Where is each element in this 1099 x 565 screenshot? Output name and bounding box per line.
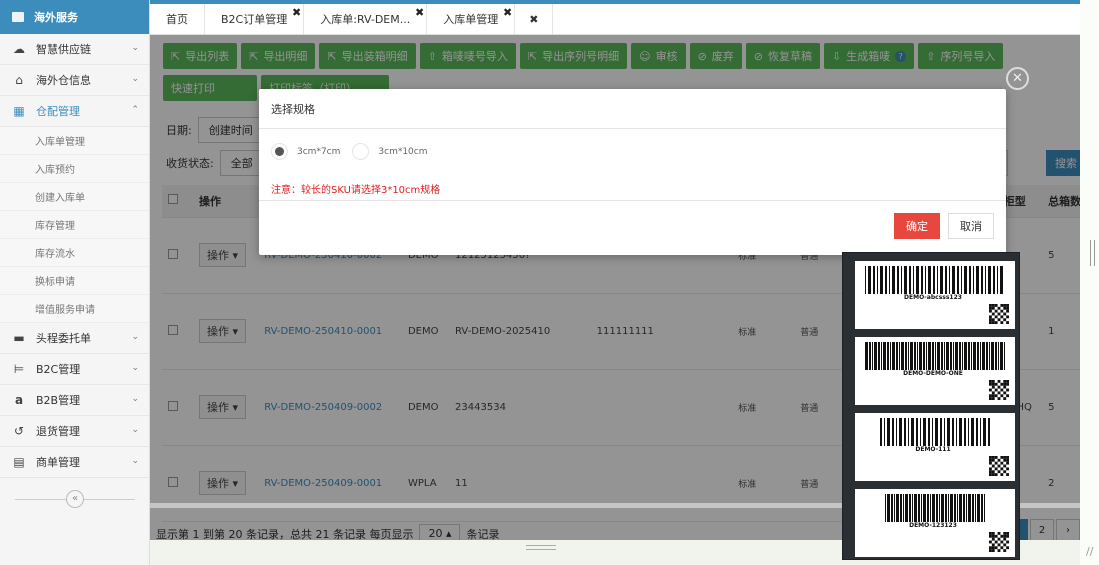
divider (259, 200, 1006, 201)
barcode (865, 342, 1005, 370)
spec-radio-group: 3cm*7cm 3cm*10cm (271, 143, 428, 160)
dialog-note: 注意：较长的SKU请选择3*10cm规格 (271, 185, 441, 196)
tab-home[interactable]: 首页 (150, 4, 205, 34)
qr-code (989, 532, 1009, 552)
sidebar-sub-item[interactable]: 入库预约 (0, 155, 149, 183)
sidebar-item-b2b[interactable]: a B2B管理 ⌄ (0, 385, 149, 416)
spec-option-label: 3cm*7cm (297, 146, 341, 157)
sidebar-collapse: « (0, 490, 150, 508)
qr-code (989, 380, 1009, 400)
vertical-resize-handle[interactable] (1090, 240, 1095, 266)
document-icon: ▤ (13, 455, 25, 469)
chevron-down-icon: ⌄ (131, 425, 139, 435)
barcode-label: DEMO-abcsss123 (855, 261, 1015, 329)
tab-close-icon[interactable]: ✖ (503, 6, 512, 19)
tab-label: B2C订单管理 (221, 13, 288, 26)
sidebar-item-returns[interactable]: ↺ 退货管理 ⌄ (0, 416, 149, 447)
chevron-down-icon: ⌄ (131, 332, 139, 342)
barcode (880, 418, 990, 446)
tab-close-icon[interactable]: ✖ (415, 6, 424, 19)
sidebar-sub-item[interactable]: 库存流水 (0, 239, 149, 267)
collapse-sidebar-button[interactable]: « (66, 490, 84, 508)
tab-label: 入库单:RV-DEM... (320, 13, 411, 26)
chevron-down-icon: ⌄ (131, 43, 139, 53)
spec-radio-3x7[interactable] (271, 143, 288, 160)
sidebar-item-label: 仓配管理 (36, 105, 80, 118)
sidebar-item-warehouse-mgmt[interactable]: ▦ 仓配管理 ⌃ (0, 96, 149, 127)
chevron-up-icon: ⌃ (131, 105, 139, 115)
sidebar-item-label: 头程委托单 (36, 332, 91, 345)
qr-code (989, 456, 1009, 476)
barcode (885, 494, 985, 522)
cloud-icon: ☁ (13, 42, 25, 56)
chevron-down-icon: ⌄ (131, 363, 139, 373)
sidebar-item-orders[interactable]: ▤ 商单管理 ⌄ (0, 447, 149, 478)
spec-select-dialog: 选择规格 3cm*7cm 3cm*10cm 注意：较长的SKU请选择3*10cm… (259, 89, 1006, 255)
confirm-button[interactable]: 确定 (894, 213, 940, 239)
tab-bar: 首页 B2C订单管理 ✖ 入库单:RV-DEM... ✖ 入库单管理 ✖ ✖ (150, 4, 1080, 35)
sidebar-item-label: B2B管理 (36, 394, 81, 407)
cancel-button[interactable]: 取消 (948, 213, 994, 239)
sidebar-item-label: 海外仓信息 (36, 74, 91, 87)
sidebar-item-label: B2C管理 (36, 363, 81, 376)
close-icon[interactable]: ✕ (1006, 67, 1029, 90)
tab-b2c-orders[interactable]: B2C订单管理 ✖ (205, 4, 305, 34)
sidebar-item-b2c[interactable]: ⊨ B2C管理 ⌄ (0, 354, 149, 385)
right-margin (1080, 0, 1099, 565)
sidebar-sub-item[interactable]: 增值服务申请 (0, 295, 149, 323)
dialog-title: 选择规格 (259, 89, 1006, 129)
chevron-down-icon: ⌄ (131, 394, 139, 404)
sidebar-sub-item[interactable]: 库存管理 (0, 211, 149, 239)
qr-code (989, 304, 1009, 324)
tab-inbound-detail[interactable]: 入库单:RV-DEM... ✖ (304, 4, 428, 34)
close-all-tabs-button[interactable]: ✖ (515, 4, 554, 34)
sidebar-header[interactable]: 海外服务 (0, 0, 149, 34)
barcode-text: DEMO-123123 (909, 522, 957, 529)
panel-splitter-handle[interactable] (526, 545, 556, 550)
chevron-down-icon: ⌄ (131, 456, 139, 466)
tab-close-icon[interactable]: ✖ (292, 6, 301, 19)
chevron-down-icon: ⌄ (131, 74, 139, 84)
sidebar-item-label: 商单管理 (36, 456, 80, 469)
barcode (865, 266, 1003, 294)
amazon-icon: a (14, 393, 24, 407)
label-preview-panel: DEMO-abcsss123 DEMO-DEMO-ONE DEMO-111 DEMO-… (842, 252, 1020, 560)
home-icon: ⌂ (15, 73, 23, 87)
tab-inbound-mgmt[interactable]: 入库单管理 ✖ (427, 4, 516, 34)
sidebar: 海外服务 ☁ 智慧供应链 ⌄ ⌂ 海外仓信息 ⌄ ▦ 仓配管理 ⌃ 入库单管理 … (0, 0, 150, 565)
barcode-text: DEMO-abcsss123 (904, 294, 962, 301)
undo-icon: ↺ (13, 424, 25, 438)
barcode-label: DEMO-123123 (855, 489, 1015, 557)
grid-icon: ▦ (13, 104, 25, 118)
resize-grip-icon[interactable]: // (1086, 545, 1093, 558)
folder-icon (12, 12, 24, 22)
cart-icon: ⊨ (13, 362, 25, 376)
sidebar-item-warehouse-info[interactable]: ⌂ 海外仓信息 ⌄ (0, 65, 149, 96)
sidebar-sub-item[interactable]: 入库单管理 (0, 127, 149, 155)
sidebar-sub-item[interactable]: 换标申请 (0, 267, 149, 295)
spec-option-label: 3cm*10cm (378, 146, 428, 157)
spec-radio-3x10[interactable] (352, 143, 370, 160)
sidebar-header-label: 海外服务 (34, 11, 78, 24)
sidebar-item-label: 智慧供应链 (36, 43, 91, 56)
tab-label: 首页 (166, 13, 188, 26)
tab-label: 入库单管理 (443, 13, 499, 26)
barcode-label: DEMO-111 (855, 413, 1015, 481)
sidebar-item-first-leg[interactable]: ▬ 头程委托单 ⌄ (0, 323, 149, 354)
sidebar-item-label: 退货管理 (36, 425, 80, 438)
barcode-label: DEMO-DEMO-ONE (855, 337, 1015, 405)
briefcase-icon: ▬ (13, 331, 25, 345)
sidebar-sub-item[interactable]: 创建入库单 (0, 183, 149, 211)
barcode-text: DEMO-DEMO-ONE (903, 370, 963, 377)
barcode-text: DEMO-111 (915, 446, 951, 453)
radio-dot (275, 147, 284, 156)
sidebar-item-supply-chain[interactable]: ☁ 智慧供应链 ⌄ (0, 34, 149, 65)
